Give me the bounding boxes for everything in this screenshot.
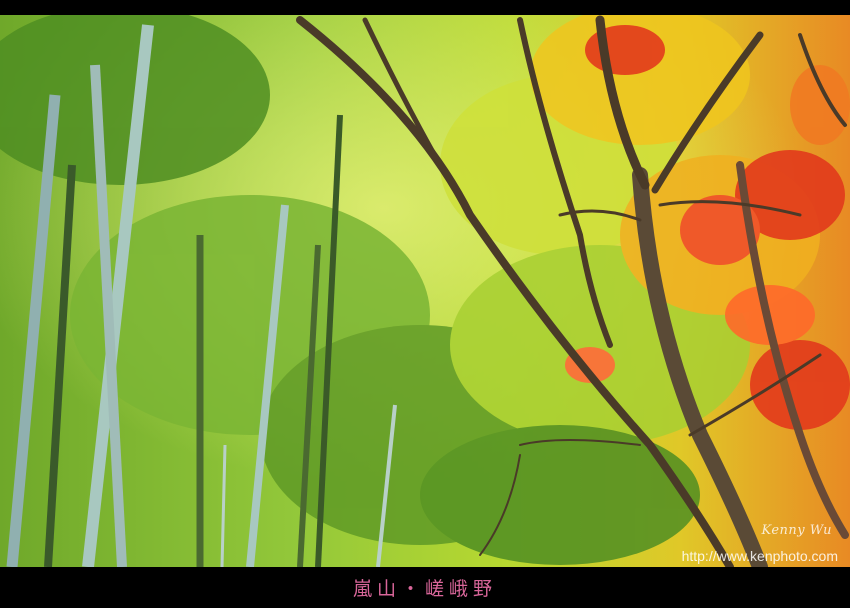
landscape-photo: Kenny Wu http://www.kenphoto.com: [0, 15, 850, 567]
photographer-signature: Kenny Wu: [761, 523, 832, 538]
photo-artwork: [0, 15, 850, 567]
website-watermark: http://www.kenphoto.com: [681, 548, 838, 564]
location-caption: 嵐山・嵯峨野: [352, 578, 497, 600]
